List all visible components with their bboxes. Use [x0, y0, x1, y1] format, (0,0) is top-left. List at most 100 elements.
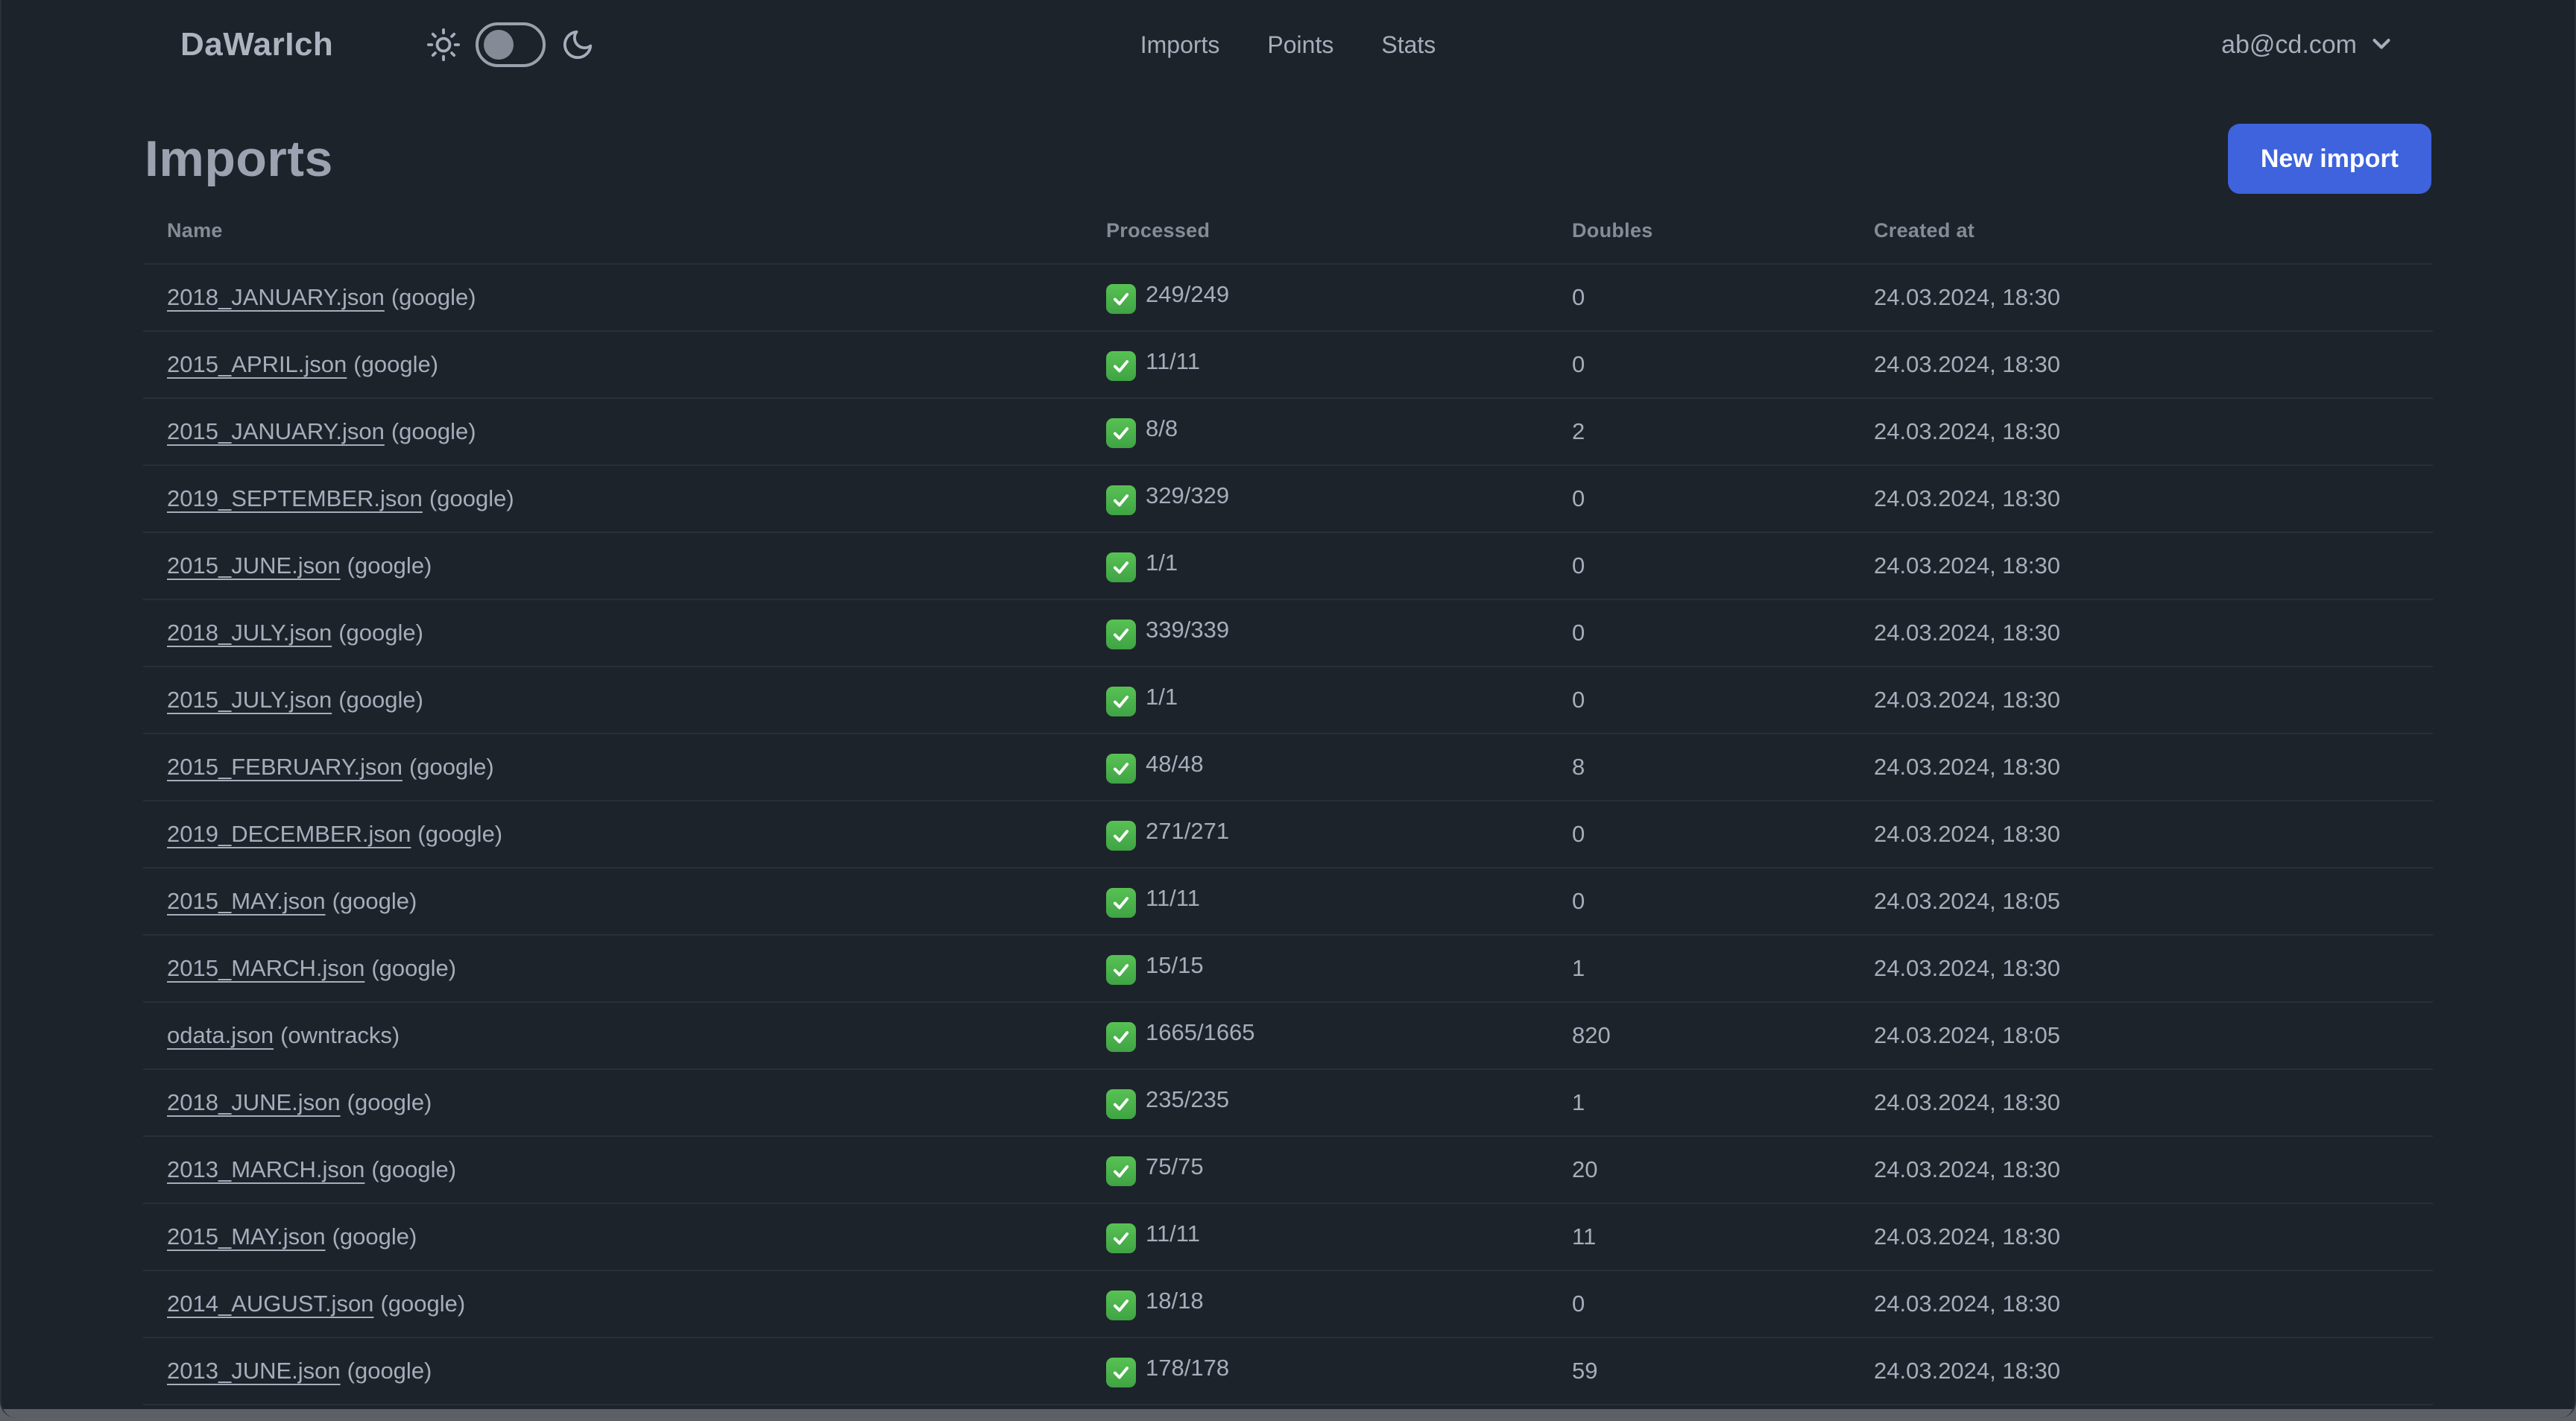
imports-table: Name Processed Doubles Created at 2018_J… [143, 200, 2433, 1418]
processed-count: 8/8 [1146, 415, 1178, 441]
doubles-cell: 0 [1548, 800, 1850, 868]
doubles-cell: 0 [1548, 666, 1850, 734]
success-icon [1106, 955, 1136, 985]
import-file-link[interactable]: 2019_SEPTEMBER.json [167, 485, 423, 511]
nav-link-points[interactable]: Points [1267, 31, 1333, 59]
import-file-link[interactable]: 2015_MAY.json [167, 888, 326, 914]
theme-toggle-knob [484, 30, 514, 60]
import-source-label: (google) [371, 1156, 457, 1182]
import-source-label: (google) [391, 284, 476, 310]
processed-count: 48/48 [1146, 751, 1204, 777]
success-icon [1106, 418, 1136, 448]
import-file-link[interactable]: 2013_JUNE.json [167, 1358, 341, 1384]
import-file-link[interactable]: 2013_MARCH.json [167, 1156, 364, 1182]
processed-count: 18/18 [1146, 1288, 1204, 1314]
processed-count: 11/11 [1146, 885, 1200, 911]
processed-count: 1665/1665 [1146, 1019, 1255, 1045]
processed-count: 15/15 [1146, 952, 1204, 978]
processed-cell: 1665/1665 [1082, 1001, 1548, 1069]
doubles-cell: 0 [1548, 532, 1850, 599]
import-file-link[interactable]: 2015_MAY.json [167, 1223, 326, 1250]
table-row: 2015_MAY.json (google) 11/11 11 24.03.202… [143, 1203, 2433, 1270]
theme-toggle[interactable] [476, 22, 546, 67]
doubles-cell: 59 [1548, 1337, 1850, 1405]
processed-cell: 249/249 [1082, 263, 1548, 331]
app-logo[interactable]: DaWarIch [180, 26, 333, 63]
success-icon [1106, 1358, 1136, 1387]
import-file-link[interactable]: odata.json [167, 1022, 274, 1048]
processed-cell: 11/11 [1082, 330, 1548, 398]
import-source-label: (google) [371, 955, 457, 981]
processed-cell: 8/8 [1082, 397, 1548, 465]
import-file-link[interactable]: 2015_FEBRUARY.json [167, 754, 402, 780]
import-source-label: (google) [429, 485, 514, 511]
processed-cell: 271/271 [1082, 800, 1548, 868]
main-nav: Imports Points Stats [1140, 0, 1436, 89]
created-at-cell: 24.03.2024, 18:30 [1850, 1270, 2433, 1337]
name-cell: 2015_MAY.json (google) [143, 867, 1082, 935]
success-icon [1106, 552, 1136, 582]
table-row: odata.json (owntracks) 1665/1665 820 24.0… [143, 1001, 2433, 1069]
import-file-link[interactable]: 2015_JULY.json [167, 687, 332, 713]
table-row: 2019_DECEMBER.json (google) 271/271 0 24.… [143, 800, 2433, 868]
table-row: 2013_JUNE.json (google) 178/178 59 24.03.… [143, 1337, 2433, 1405]
import-source-label: (google) [391, 418, 476, 444]
theme-toggle-group [426, 22, 595, 67]
name-cell: 2015_APRIL.json (google) [143, 330, 1082, 398]
processed-cell: 15/15 [1082, 934, 1548, 1002]
import-file-link[interactable]: 2015_JANUARY.json [167, 418, 385, 444]
import-file-link[interactable]: 2015_JUNE.json [167, 552, 341, 579]
doubles-cell: 820 [1548, 1001, 1850, 1069]
success-icon [1106, 821, 1136, 851]
success-icon [1106, 620, 1136, 649]
import-file-link[interactable]: 2018_JANUARY.json [167, 284, 385, 310]
import-source-label: (google) [347, 1089, 432, 1115]
import-source-label: (google) [417, 821, 503, 847]
success-icon [1106, 1291, 1136, 1320]
import-source-label: (google) [380, 1291, 466, 1317]
success-icon [1106, 754, 1136, 784]
table-header-row: Name Processed Doubles Created at [143, 200, 2433, 264]
import-source-label: (google) [408, 754, 494, 780]
table-row: 2015_MAY.json (google) 11/11 0 24.03.2024… [143, 867, 2433, 935]
created-at-cell: 24.03.2024, 18:05 [1850, 1001, 2433, 1069]
import-file-link[interactable]: 2015_APRIL.json [167, 351, 347, 377]
name-cell: 2015_JANUARY.json (google) [143, 397, 1082, 465]
nav-link-stats[interactable]: Stats [1381, 31, 1436, 59]
name-cell: 2018_JANUARY.json (google) [143, 263, 1082, 331]
user-menu[interactable]: ab@cd.com [2221, 29, 2396, 61]
import-file-link[interactable]: 2014_AUGUST.json [167, 1291, 373, 1317]
name-cell: 2015_FEBRUARY.json (google) [143, 733, 1082, 801]
import-file-link[interactable]: 2015_MARCH.json [167, 955, 364, 981]
name-cell: 2018_JUNE.json (google) [143, 1068, 1082, 1136]
table-row: 2018_JANUARY.json (google) 249/249 0 24.0… [143, 263, 2433, 331]
import-file-link[interactable]: 2018_JUNE.json [167, 1089, 341, 1115]
table-row: 2015_JANUARY.json (google) 8/8 2 24.03.20… [143, 397, 2433, 465]
chevron-down-icon [2367, 29, 2396, 61]
processed-cell: 75/75 [1082, 1135, 1548, 1203]
doubles-cell: 0 [1548, 599, 1850, 667]
success-icon [1106, 1156, 1136, 1186]
processed-cell: 339/339 [1082, 599, 1548, 667]
processed-cell: 235/235 [1082, 1068, 1548, 1136]
new-import-button[interactable]: New import [2227, 124, 2431, 194]
import-file-link[interactable]: 2019_DECEMBER.json [167, 821, 411, 847]
column-header-name: Name [167, 219, 223, 242]
user-email: ab@cd.com [2221, 30, 2357, 59]
import-file-link[interactable]: 2018_JULY.json [167, 620, 332, 646]
doubles-cell: 0 [1548, 867, 1850, 935]
name-cell: 2013_MARCH.json (google) [143, 1135, 1082, 1203]
success-icon [1106, 284, 1136, 314]
page-title: Imports [145, 130, 333, 187]
created-at-cell: 24.03.2024, 18:30 [1850, 330, 2433, 398]
page-head: Imports New import [1, 124, 2575, 194]
nav-link-imports[interactable]: Imports [1140, 31, 1220, 59]
created-at-cell: 24.03.2024, 18:30 [1850, 800, 2433, 868]
success-icon [1106, 888, 1136, 918]
processed-cell: 11/11 [1082, 1203, 1548, 1270]
created-at-cell: 24.03.2024, 18:30 [1850, 1135, 2433, 1203]
doubles-cell: 1 [1548, 1068, 1850, 1136]
name-cell: 2019_DECEMBER.json (google) [143, 800, 1082, 868]
processed-count: 1/1 [1146, 684, 1178, 710]
processed-count: 329/329 [1146, 482, 1230, 508]
